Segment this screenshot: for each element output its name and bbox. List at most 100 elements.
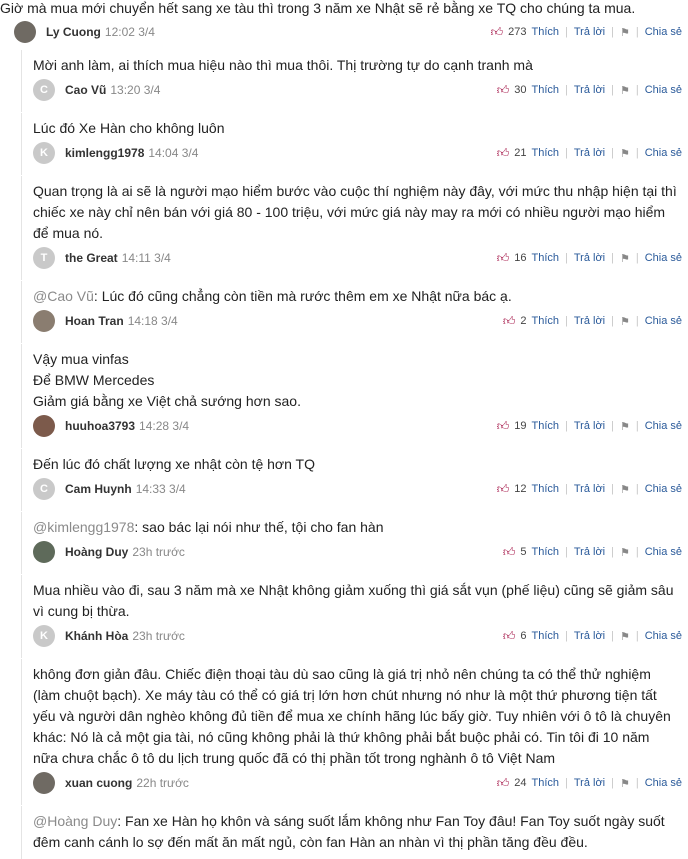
thumbs-up-icon[interactable]: 👍︎ <box>503 314 516 329</box>
flag-icon[interactable]: ⚑ <box>620 252 630 265</box>
divider: | <box>611 26 614 38</box>
comment-author[interactable]: huuhoa3793 <box>65 419 135 433</box>
share-button[interactable]: Chia sẻ <box>645 777 682 789</box>
share-button[interactable]: Chia sẻ <box>645 483 682 495</box>
share-button[interactable]: Chia sẻ <box>645 630 682 642</box>
comment-author[interactable]: xuan cuong <box>65 776 132 790</box>
comment: Giờ mà mua mới chuyển hết sang xe tàu th… <box>0 0 688 46</box>
divider: | <box>635 147 639 159</box>
flag-icon[interactable]: ⚑ <box>620 483 630 496</box>
flag-icon[interactable]: ⚑ <box>620 546 630 559</box>
flag-icon[interactable]: ⚑ <box>620 777 630 790</box>
reply-button[interactable]: Trả lời <box>574 420 605 432</box>
like-button[interactable]: Thích <box>531 546 559 558</box>
reply-button[interactable]: Trả lời <box>574 483 605 495</box>
divider: | <box>565 546 568 558</box>
share-button[interactable]: Chia sẻ <box>645 546 682 558</box>
like-button[interactable]: Thích <box>531 315 559 327</box>
comment-author[interactable]: Hoan Tran <box>65 314 124 328</box>
reply-button[interactable]: Trả lời <box>574 84 605 96</box>
like-button[interactable]: Thích <box>531 84 559 96</box>
thumbs-up-icon[interactable]: 👍︎ <box>497 482 510 497</box>
thumbs-up-icon[interactable]: 👍︎ <box>491 25 504 40</box>
share-button[interactable]: Chia sẻ <box>645 84 682 96</box>
comment-text: @Cao Vũ: Lúc đó cũng chẳng còn tiền mà r… <box>21 286 522 307</box>
divider: | <box>635 84 639 96</box>
comment-meta: C Cao Vũ 13:20 3/4 👍︎ 30 Thích | Trả lời… <box>33 79 688 101</box>
comment-author[interactable]: Ly Cuong <box>46 25 101 39</box>
comment-time: 23h trước <box>132 629 185 643</box>
divider: | <box>611 84 614 96</box>
comment-meta: Ly Cuong 12:02 3/4 👍︎ 273 Thích | Trả lờ… <box>14 21 688 43</box>
like-button[interactable]: Thích <box>531 147 559 159</box>
thumbs-up-icon[interactable]: 👍︎ <box>497 419 510 434</box>
comment-meta: Hoan Tran 14:18 3/4 👍︎ 2 Thích | Trả lời… <box>33 310 688 332</box>
like-button[interactable]: Thích <box>531 483 559 495</box>
avatar[interactable] <box>33 310 55 332</box>
comment-text: Quan trọng là ai sẽ là người mạo hiểm bư… <box>33 183 677 241</box>
reply-button[interactable]: Trả lời <box>574 147 605 159</box>
like-count: 19 <box>514 420 527 432</box>
like-button[interactable]: Thích <box>531 252 559 264</box>
like-count: 5 <box>520 546 527 558</box>
thumbs-up-icon[interactable]: 👍︎ <box>497 776 510 791</box>
thumbs-up-icon[interactable]: 👍︎ <box>503 629 516 644</box>
comment-author[interactable]: Cao Vũ <box>65 83 106 97</box>
like-button[interactable]: Thích <box>531 420 559 432</box>
like-button[interactable]: Thích <box>531 630 559 642</box>
comment-text: Vậy mua vinfas Để BMW Mercedes Giảm giá … <box>21 349 311 412</box>
thumbs-up-icon[interactable]: 👍︎ <box>497 146 510 161</box>
like-button[interactable]: Thích <box>531 777 559 789</box>
avatar[interactable] <box>33 415 55 437</box>
share-button[interactable]: Chia sẻ <box>645 315 682 327</box>
reply-button[interactable]: Trả lời <box>574 630 605 642</box>
comment: Mua nhiều vào đi, sau 3 năm mà xe Nhật k… <box>21 575 688 658</box>
like-count: 24 <box>514 777 527 789</box>
flag-icon[interactable]: ⚑ <box>620 630 630 643</box>
comment-author[interactable]: Hoàng Duy <box>65 545 128 559</box>
reply-button[interactable]: Trả lời <box>574 546 605 558</box>
flag-icon[interactable]: ⚑ <box>620 26 630 39</box>
flag-icon[interactable]: ⚑ <box>620 147 630 160</box>
reply-button[interactable]: Trả lời <box>574 315 605 327</box>
avatar[interactable]: K <box>33 625 55 647</box>
thumbs-up-icon[interactable]: 👍︎ <box>503 545 516 560</box>
avatar[interactable] <box>33 541 55 563</box>
avatar[interactable]: C <box>33 79 55 101</box>
comment-author[interactable]: the Great <box>65 251 118 265</box>
mention-link[interactable]: @Hoàng Duy <box>33 813 117 829</box>
share-button[interactable]: Chia sẻ <box>645 252 682 264</box>
flag-icon[interactable]: ⚑ <box>620 420 630 433</box>
avatar[interactable] <box>33 772 55 794</box>
comment-time: 14:11 3/4 <box>121 251 171 265</box>
mention-link[interactable]: @Cao Vũ <box>33 288 94 304</box>
flag-icon[interactable]: ⚑ <box>620 84 630 97</box>
avatar[interactable]: K <box>33 142 55 164</box>
comment-author[interactable]: Cam Huynh <box>65 482 132 496</box>
flag-icon[interactable]: ⚑ <box>620 315 630 328</box>
divider: | <box>565 252 568 264</box>
avatar[interactable] <box>14 21 36 43</box>
share-button[interactable]: Chia sẻ <box>645 26 682 38</box>
avatar[interactable]: C <box>33 478 55 500</box>
divider: | <box>565 483 568 495</box>
like-count: 273 <box>508 26 527 38</box>
comment: Vậy mua vinfas Để BMW Mercedes Giảm giá … <box>21 344 688 448</box>
thumbs-up-icon[interactable]: 👍︎ <box>497 251 510 266</box>
thumbs-up-icon[interactable]: 👍︎ <box>497 83 510 98</box>
share-button[interactable]: Chia sẻ <box>645 147 682 159</box>
like-button[interactable]: Thích <box>531 26 559 38</box>
reply-button[interactable]: Trả lời <box>574 252 605 264</box>
comment-actions: 👍︎ 273 Thích | Trả lời | ⚑ | Chia sẻ <box>491 21 682 43</box>
reply-button[interactable]: Trả lời <box>574 777 605 789</box>
comment-meta: huuhoa3793 14:28 3/4 👍︎ 19 Thích | Trả l… <box>33 415 688 437</box>
comment-text: Giờ mà mua mới chuyển hết sang xe tàu th… <box>0 0 636 16</box>
divider: | <box>635 252 639 264</box>
divider: | <box>611 483 614 495</box>
mention-link[interactable]: @kimlengg1978 <box>33 519 134 535</box>
comment-author[interactable]: kimlengg1978 <box>65 146 144 160</box>
reply-button[interactable]: Trả lời <box>574 26 605 38</box>
share-button[interactable]: Chia sẻ <box>645 420 682 432</box>
comment-author[interactable]: Khánh Hòa <box>65 629 128 643</box>
avatar[interactable]: T <box>33 247 55 269</box>
